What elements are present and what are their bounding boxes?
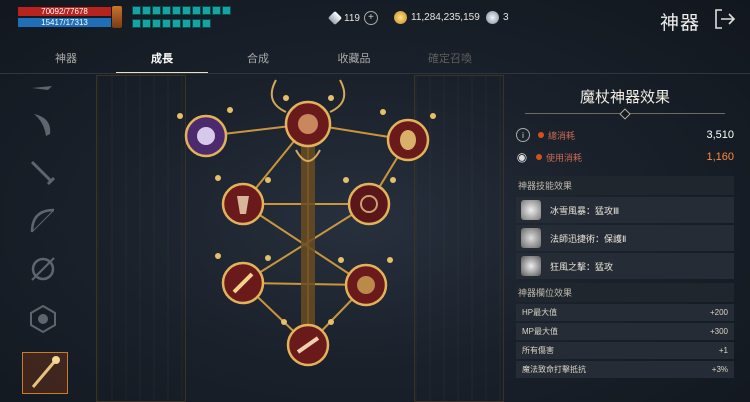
attribute-value: +200 — [709, 308, 728, 317]
artifact-node-middle-right[interactable] — [347, 182, 391, 226]
artifact-effect-panel: 魔杖神器效果 i 總消耗 3,510 ◉ 使用消耗 1,160 神器技能效果 冰… — [516, 82, 734, 380]
used-cost-value: 1,160 — [706, 151, 734, 163]
attribute-row: 所有傷害 +1 — [516, 342, 734, 359]
hand-icon — [521, 228, 541, 248]
skill-item[interactable]: 法師迅捷術：保護Ⅱ — [516, 225, 734, 251]
attribute-row: MP最大值 +300 — [516, 323, 734, 340]
skills-section-header: 神器技能效果 — [516, 176, 734, 195]
info-icon[interactable]: i — [516, 128, 530, 142]
skill-name: 狂風之擊：猛攻 — [550, 261, 614, 272]
skill-item[interactable]: 狂風之擊：猛攻 — [516, 253, 734, 279]
wind-icon — [521, 256, 541, 276]
attribute-name: HP最大值 — [522, 308, 558, 317]
attribute-row: 魔法致命打擊抵抗 +3% — [516, 361, 734, 378]
total-cost-value: 3,510 — [706, 129, 734, 141]
used-cost-row: ◉ 使用消耗 1,160 — [516, 148, 734, 166]
cost-dot-icon — [536, 154, 542, 160]
attribute-row: HP最大值 +200 — [516, 304, 734, 321]
total-cost-row: i 總消耗 3,510 — [516, 126, 734, 144]
attribute-value: +300 — [709, 327, 728, 336]
skill-name: 冰雪風暴：猛攻Ⅲ — [550, 205, 620, 216]
attribute-name: 所有傷害 — [522, 346, 554, 355]
artifact-node-top[interactable] — [284, 100, 332, 148]
panel-title: 魔杖神器效果 — [579, 89, 670, 106]
skill-item[interactable]: 冰雪風暴：猛攻Ⅲ — [516, 197, 734, 223]
attribute-list: HP最大值 +200 MP最大值 +300 所有傷害 +1 魔法致命打擊抵抗 +3% — [516, 304, 734, 378]
attribute-value: +1 — [718, 346, 728, 355]
slots-section-header: 神器欄位效果 — [516, 283, 734, 302]
title-divider — [525, 113, 725, 114]
artifact-node-lower-right[interactable] — [344, 263, 388, 307]
artifact-node-middle-left[interactable] — [221, 182, 265, 226]
attribute-name: MP最大值 — [522, 327, 558, 336]
used-cost-label: 使用消耗 — [546, 152, 583, 163]
artifact-node-lower-left[interactable] — [221, 261, 265, 305]
cost-dot-icon — [538, 132, 544, 138]
snowflake-icon — [521, 200, 541, 220]
eye-icon[interactable]: ◉ — [516, 150, 528, 164]
attribute-value: +3% — [711, 365, 728, 374]
skill-name: 法師迅捷術：保護Ⅱ — [550, 233, 627, 244]
artifact-node-upper-left[interactable] — [184, 114, 228, 158]
skills-list: 冰雪風暴：猛攻Ⅲ 法師迅捷術：保護Ⅱ 狂風之擊：猛攻 — [516, 197, 734, 279]
artifact-node-bottom[interactable] — [286, 323, 330, 367]
artifact-node-upper-right[interactable] — [386, 118, 430, 162]
total-cost-label: 總消耗 — [548, 130, 576, 141]
attribute-name: 魔法致命打擊抵抗 — [522, 365, 586, 374]
